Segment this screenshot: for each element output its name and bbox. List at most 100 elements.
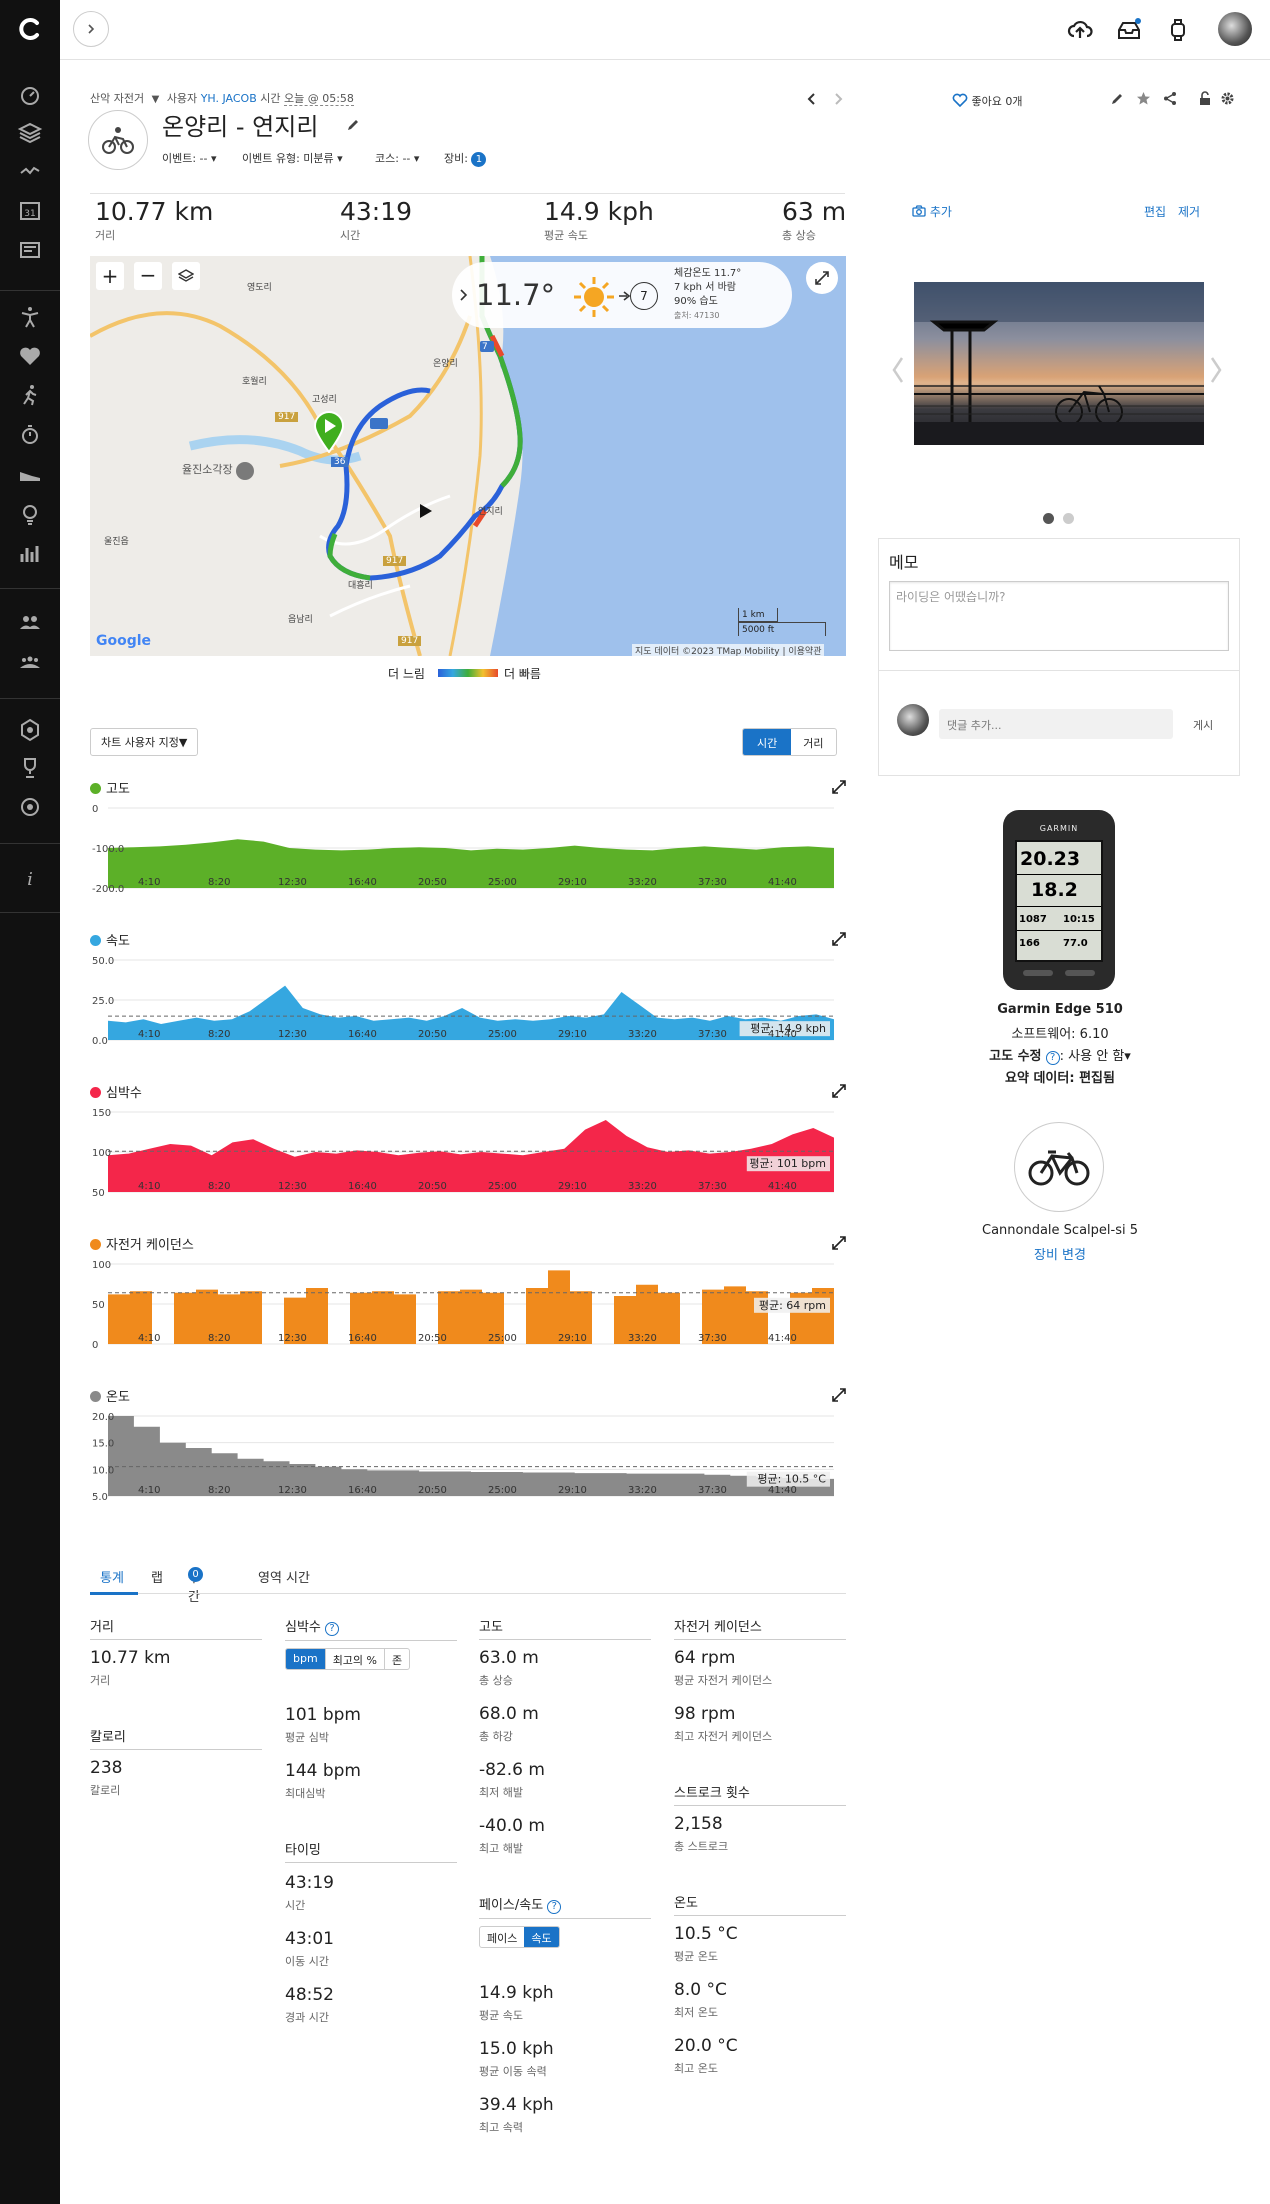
temperature-expand-icon[interactable] bbox=[832, 1388, 846, 1402]
photo-remove-link[interactable]: 제거 bbox=[1178, 203, 1200, 220]
heart-unit-bpm[interactable]: bpm bbox=[286, 1649, 325, 1669]
speed-chart[interactable]: 속도 평균: 14.9 kph 50.0 25.0 0.0 4:10 8:20 12:30 16… bbox=[90, 930, 846, 1070]
shoe-icon[interactable] bbox=[16, 462, 44, 486]
heart-unit-max-pct[interactable]: 최고의 % bbox=[324, 1649, 384, 1669]
running-icon[interactable] bbox=[16, 383, 44, 407]
change-gear-link[interactable]: 장비 변경 bbox=[880, 1244, 1240, 1263]
activity-photo[interactable] bbox=[914, 282, 1204, 445]
edit-title-pencil-icon[interactable] bbox=[346, 118, 360, 132]
comment-input[interactable]: 댓글 추가... bbox=[939, 709, 1173, 739]
health-heart-icon[interactable] bbox=[16, 344, 44, 368]
privacy-lock-icon[interactable] bbox=[1198, 91, 1212, 106]
previous-activity-chevron-icon[interactable] bbox=[806, 92, 818, 106]
photo-edit-link[interactable]: 편집 bbox=[1144, 203, 1166, 220]
photo-next-chevron-icon[interactable] bbox=[1208, 355, 1224, 385]
route-shield-917: 917 bbox=[275, 412, 299, 422]
upload-cloud-icon[interactable] bbox=[1066, 16, 1094, 44]
map-fullscreen-button[interactable] bbox=[806, 262, 838, 294]
map-label-uljin: 울진읍 bbox=[104, 537, 129, 547]
favorite-star-icon[interactable] bbox=[1136, 91, 1151, 106]
device-watch-icon[interactable] bbox=[1164, 16, 1192, 44]
tab-laps[interactable]: 랩 bbox=[151, 1567, 163, 1586]
speed-expand-icon[interactable] bbox=[832, 932, 846, 946]
user-link[interactable]: YH. JACOB bbox=[201, 92, 257, 105]
route-start-marker[interactable] bbox=[312, 411, 346, 453]
zoom-out-button[interactable]: − bbox=[134, 262, 162, 290]
elevation-expand-icon[interactable] bbox=[832, 780, 846, 794]
info-icon[interactable]: i bbox=[16, 866, 44, 890]
course-selector[interactable]: 코스: -- ▾ bbox=[375, 150, 419, 166]
settings-gear-icon[interactable] bbox=[1220, 91, 1235, 106]
calendar-icon[interactable]: 31 bbox=[16, 198, 44, 222]
zoom-in-button[interactable]: + bbox=[96, 262, 124, 290]
route-shield-917b: 917 bbox=[383, 556, 407, 566]
tab-stats[interactable]: 통계 bbox=[100, 1567, 124, 1586]
event-type-selector[interactable]: 이벤트 유형: 미분류 ▾ bbox=[242, 150, 343, 166]
elevation-correction-value[interactable]: : 사용 안 함 bbox=[1060, 1049, 1125, 1064]
elevation-correction-help-icon[interactable]: ? bbox=[1045, 1051, 1060, 1065]
dashboard-icon[interactable] bbox=[16, 83, 44, 107]
add-photo-button[interactable]: 추가 bbox=[912, 203, 952, 220]
activities-layers-icon[interactable] bbox=[16, 121, 44, 145]
expand-nav-button[interactable] bbox=[73, 11, 109, 47]
pace-toggle-pace[interactable]: 페이스 bbox=[480, 1927, 524, 1947]
badges-icon[interactable] bbox=[16, 718, 44, 742]
elevation-x-tick-label: 33:20 bbox=[628, 877, 657, 888]
axis-distance-button[interactable]: 거리 bbox=[791, 729, 835, 755]
garmin-connect-logo[interactable] bbox=[15, 14, 45, 44]
bicycle-icon bbox=[1028, 1150, 1090, 1186]
device-name: Garmin Edge 510 bbox=[997, 1002, 1123, 1017]
axis-time-button[interactable]: 시간 bbox=[743, 729, 792, 755]
lightbulb-icon[interactable] bbox=[16, 502, 44, 526]
comment-post-button[interactable]: 게시 bbox=[1193, 717, 1213, 733]
challenges-target-icon[interactable] bbox=[16, 795, 44, 819]
edit-pencil-icon[interactable] bbox=[1110, 92, 1124, 106]
reports-bar-icon[interactable] bbox=[16, 542, 44, 566]
memo-textarea[interactable]: 라이딩은 어땠습니까? bbox=[889, 581, 1229, 651]
route-map[interactable]: 영도리 온양리 고성리 연지리 읍남리 율진소각장 울진읍 호월리 대흥리 91… bbox=[90, 256, 846, 656]
pace-help-question-icon[interactable]: ? bbox=[547, 1900, 562, 1914]
gear-selector[interactable]: 장비: 1 bbox=[444, 150, 487, 167]
activity-type-label[interactable]: 산악 자전거 bbox=[90, 92, 144, 105]
cadence-chart[interactable]: 자전거 케이던스 평균: 64 rpm 100 50 0 4:10 8:20 12:30 16:… bbox=[90, 1234, 846, 1374]
heart-rate-expand-icon[interactable] bbox=[832, 1084, 846, 1098]
groups-icon[interactable] bbox=[16, 650, 44, 674]
heart-unit-zone[interactable]: 존 bbox=[384, 1649, 409, 1669]
temperature-area-series[interactable] bbox=[108, 1416, 834, 1496]
weather-expand-chevron-icon[interactable] bbox=[458, 288, 468, 302]
help-question-icon[interactable]: ? bbox=[325, 1622, 340, 1636]
map-terms-link[interactable]: 이용약관 bbox=[788, 647, 821, 656]
inbox-icon[interactable] bbox=[1115, 16, 1143, 44]
heart-outline-icon bbox=[952, 93, 968, 108]
photo-pager-dot[interactable] bbox=[1063, 513, 1074, 524]
trophy-icon[interactable] bbox=[16, 756, 44, 780]
route-end-play-marker[interactable] bbox=[415, 501, 435, 521]
pace-toggle-speed[interactable]: 속도 bbox=[524, 1927, 559, 1947]
elevation-chart[interactable]: 고도 0 -100.0 -200.0 4:10 8:20 12:30 16:40 20:50 25… bbox=[90, 778, 846, 918]
user-avatar[interactable] bbox=[1218, 12, 1252, 46]
incinerator-poi-marker[interactable] bbox=[236, 462, 254, 480]
activity-type-dropdown-icon[interactable]: ▼ bbox=[152, 94, 160, 105]
customize-charts-button[interactable]: 차트 사용자 지정▼ bbox=[90, 728, 199, 756]
tab-time-in-zones[interactable]: 영역 시간 bbox=[258, 1567, 310, 1586]
connections-icon[interactable] bbox=[16, 610, 44, 634]
activity-title[interactable]: 온양리 - 연지리 bbox=[162, 107, 318, 142]
photo-pager-dot-active[interactable] bbox=[1043, 513, 1054, 524]
event-selector[interactable]: 이벤트: -- ▾ bbox=[162, 150, 217, 166]
stat-min-elev-label: 최저 해발 bbox=[479, 1786, 523, 1799]
share-icon[interactable] bbox=[1163, 91, 1178, 106]
news-feed-icon[interactable] bbox=[16, 238, 44, 262]
weather-panel: 11.7° 7 체감온도 11.7° 7 kph 서 바람 90% 습도 출처:… bbox=[452, 262, 792, 328]
temperature-x-tick-label: 29:10 bbox=[558, 1485, 587, 1496]
heart-rate-chart[interactable]: 심박수 평균: 101 bpm 150 100 50 4:10 8:20 12:30 16:40… bbox=[90, 1082, 846, 1222]
temperature-chart[interactable]: 온도 평균: 10.5 °C 20.0 15.0 10.0 5.0 4:10 8:20 12:3… bbox=[90, 1386, 846, 1526]
training-person-icon[interactable] bbox=[16, 305, 44, 329]
photo-prev-chevron-icon[interactable] bbox=[890, 355, 906, 385]
next-activity-chevron-icon[interactable] bbox=[832, 92, 844, 106]
insights-wave-icon[interactable] bbox=[16, 159, 44, 183]
map-layers-button[interactable] bbox=[172, 262, 200, 290]
cadence-expand-icon[interactable] bbox=[832, 1236, 846, 1250]
like-button[interactable]: 좋아요 0개 bbox=[952, 93, 1022, 109]
stat-distance-label: 거리 bbox=[95, 229, 116, 242]
stopwatch-icon[interactable] bbox=[16, 423, 44, 447]
